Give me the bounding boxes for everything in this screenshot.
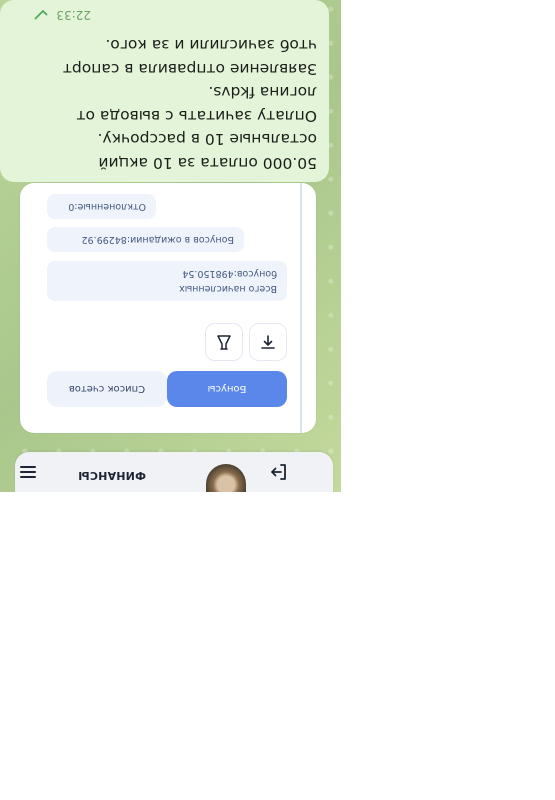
logout-icon <box>271 464 286 480</box>
scrollbar[interactable] <box>300 183 302 433</box>
message-line: логина fkdvs. <box>208 83 317 102</box>
logout-button[interactable] <box>265 458 293 486</box>
message-line: Оплату зачитать с вывода от <box>76 107 317 125</box>
message-line: 50.000 оплата за 10 акций <box>98 154 317 172</box>
pending-bonuses-stat: Бонусов в ожидании:84299.92 <box>47 227 244 252</box>
menu-button[interactable] <box>16 460 40 484</box>
upload-button[interactable] <box>249 323 287 361</box>
upload-icon <box>261 335 275 349</box>
check-icon <box>35 10 48 20</box>
message-time: 22:33 <box>56 8 91 22</box>
menu-icon <box>20 466 36 478</box>
avatar[interactable] <box>206 464 246 492</box>
app-header: ФИНАНСЫ <box>15 452 333 492</box>
rotated-screen: ФИНАНСЫ Бонусы Список счетов Всего начис… <box>0 0 341 492</box>
total-bonuses-line2: бонусов:498150.54 <box>182 268 277 279</box>
message-meta: 22:33 <box>34 8 91 22</box>
rejected-stat: Отклоненные:0 <box>47 194 156 219</box>
filter-button[interactable] <box>205 323 243 361</box>
screenshot: ФИНАНСЫ Бонусы Список счетов Всего начис… <box>0 0 341 492</box>
total-bonuses-stat: Всего начисленных бонусов:498150.54 <box>47 261 287 301</box>
message-line: Заявление отправила в сапорт <box>62 60 317 78</box>
message-line: чтоб зачислили и за кого. <box>105 36 317 55</box>
tab-bonuses[interactable]: Бонусы <box>167 371 287 407</box>
tab-accounts[interactable]: Список счетов <box>47 371 167 407</box>
message-line: остальные 10 в рассрочку. <box>97 130 317 149</box>
flask-icon <box>217 335 231 350</box>
total-bonuses-line1: Всего начисленных <box>179 283 277 294</box>
page-title: ФИНАНСЫ <box>78 469 146 482</box>
message-text: 50.000 оплата за 10 акций остальные 10 в… <box>7 33 317 174</box>
